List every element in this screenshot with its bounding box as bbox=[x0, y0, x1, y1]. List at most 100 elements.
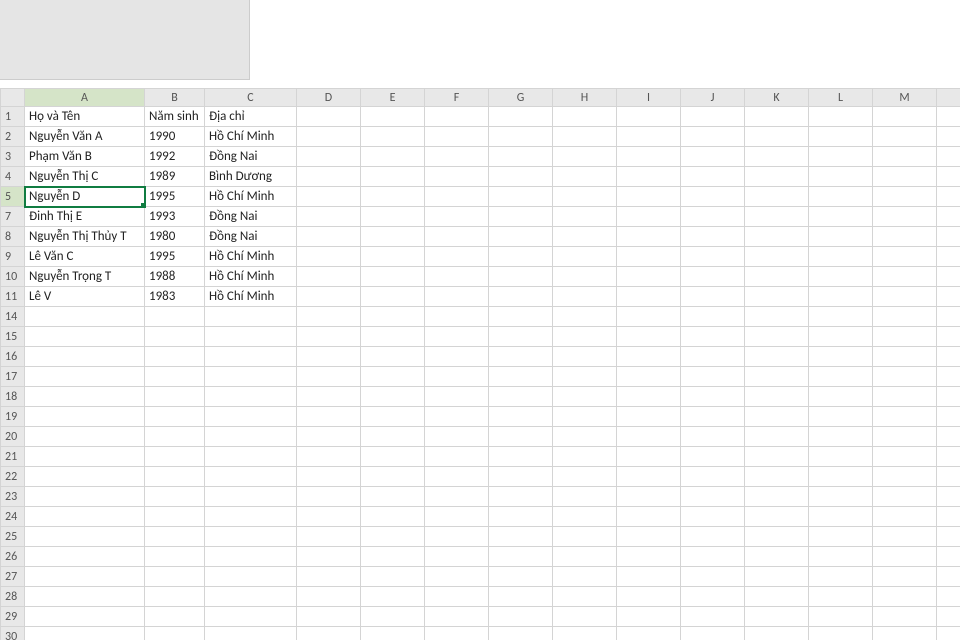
cell-C26[interactable] bbox=[205, 547, 297, 567]
cell-C11[interactable]: Hồ Chí Minh bbox=[205, 287, 297, 307]
cell-B17[interactable] bbox=[145, 367, 205, 387]
cell-G25[interactable] bbox=[489, 527, 553, 547]
cell-A26[interactable] bbox=[25, 547, 145, 567]
cell-I23[interactable] bbox=[617, 487, 681, 507]
cell-C17[interactable] bbox=[205, 367, 297, 387]
cell-H1[interactable] bbox=[553, 107, 617, 127]
cell-J23[interactable] bbox=[681, 487, 745, 507]
cell-G23[interactable] bbox=[489, 487, 553, 507]
cell-B8[interactable]: 1980 bbox=[145, 227, 205, 247]
row-header-22[interactable]: 22 bbox=[1, 467, 25, 487]
cell-K17[interactable] bbox=[745, 367, 809, 387]
cell-H20[interactable] bbox=[553, 427, 617, 447]
column-header-E[interactable]: E bbox=[361, 89, 425, 107]
cell-C16[interactable] bbox=[205, 347, 297, 367]
cell-I2[interactable] bbox=[617, 127, 681, 147]
cell-A16[interactable] bbox=[25, 347, 145, 367]
cell-A28[interactable] bbox=[25, 587, 145, 607]
row-header-29[interactable]: 29 bbox=[1, 607, 25, 627]
cell-I10[interactable] bbox=[617, 267, 681, 287]
row-7[interactable]: 7Đinh Thị E1993Đồng Nai bbox=[1, 207, 960, 227]
cell-J4[interactable] bbox=[681, 167, 745, 187]
cell-D4[interactable] bbox=[297, 167, 361, 187]
cell-H28[interactable] bbox=[553, 587, 617, 607]
cell-I24[interactable] bbox=[617, 507, 681, 527]
cell-K9[interactable] bbox=[745, 247, 809, 267]
cell-K14[interactable] bbox=[745, 307, 809, 327]
row-header-11[interactable]: 11 bbox=[1, 287, 25, 307]
cell-L30[interactable] bbox=[809, 627, 873, 640]
cell-L26[interactable] bbox=[809, 547, 873, 567]
cell-G19[interactable] bbox=[489, 407, 553, 427]
cell-B28[interactable] bbox=[145, 587, 205, 607]
column-header-H[interactable]: H bbox=[553, 89, 617, 107]
cell-E11[interactable] bbox=[361, 287, 425, 307]
row-header-15[interactable]: 15 bbox=[1, 327, 25, 347]
cell-M2[interactable] bbox=[873, 127, 937, 147]
cell-K28[interactable] bbox=[745, 587, 809, 607]
cell-E4[interactable] bbox=[361, 167, 425, 187]
cell-D5[interactable] bbox=[297, 187, 361, 207]
cell-C5[interactable]: Hồ Chí Minh bbox=[205, 187, 297, 207]
row-10[interactable]: 10Nguyễn Trọng T1988Hồ Chí Minh bbox=[1, 267, 960, 287]
cell-J17[interactable] bbox=[681, 367, 745, 387]
cell-A21[interactable] bbox=[25, 447, 145, 467]
cell-K30[interactable] bbox=[745, 627, 809, 640]
cell-K7[interactable] bbox=[745, 207, 809, 227]
cell-F30[interactable] bbox=[425, 627, 489, 640]
cell-B26[interactable] bbox=[145, 547, 205, 567]
cell-E22[interactable] bbox=[361, 467, 425, 487]
cell-N7[interactable] bbox=[937, 207, 960, 227]
cell-M4[interactable] bbox=[873, 167, 937, 187]
cell-A10[interactable]: Nguyễn Trọng T bbox=[25, 267, 145, 287]
row-5[interactable]: 5Nguyễn D1995Hồ Chí Minh bbox=[1, 187, 960, 207]
cell-G9[interactable] bbox=[489, 247, 553, 267]
cell-B18[interactable] bbox=[145, 387, 205, 407]
cell-N28[interactable] bbox=[937, 587, 960, 607]
cell-D30[interactable] bbox=[297, 627, 361, 640]
cell-K21[interactable] bbox=[745, 447, 809, 467]
cell-G22[interactable] bbox=[489, 467, 553, 487]
cell-G29[interactable] bbox=[489, 607, 553, 627]
row-11[interactable]: 11Lê V1983Hồ Chí Minh bbox=[1, 287, 960, 307]
cell-F4[interactable] bbox=[425, 167, 489, 187]
cell-K4[interactable] bbox=[745, 167, 809, 187]
cell-D18[interactable] bbox=[297, 387, 361, 407]
cell-J27[interactable] bbox=[681, 567, 745, 587]
cell-B19[interactable] bbox=[145, 407, 205, 427]
cell-E5[interactable] bbox=[361, 187, 425, 207]
cell-B14[interactable] bbox=[145, 307, 205, 327]
row-header-20[interactable]: 20 bbox=[1, 427, 25, 447]
cell-D9[interactable] bbox=[297, 247, 361, 267]
row-header-17[interactable]: 17 bbox=[1, 367, 25, 387]
cell-A11[interactable]: Lê V bbox=[25, 287, 145, 307]
cell-G26[interactable] bbox=[489, 547, 553, 567]
cell-D24[interactable] bbox=[297, 507, 361, 527]
cell-C1[interactable]: Địa chỉ bbox=[205, 107, 297, 127]
cell-A30[interactable] bbox=[25, 627, 145, 640]
cell-H17[interactable] bbox=[553, 367, 617, 387]
cell-N17[interactable] bbox=[937, 367, 960, 387]
row-header-24[interactable]: 24 bbox=[1, 507, 25, 527]
cell-C19[interactable] bbox=[205, 407, 297, 427]
row-header-5[interactable]: 5 bbox=[1, 187, 25, 207]
row-1[interactable]: 1Họ và TênNăm sinhĐịa chỉ bbox=[1, 107, 960, 127]
cell-G1[interactable] bbox=[489, 107, 553, 127]
cell-C22[interactable] bbox=[205, 467, 297, 487]
cell-C24[interactable] bbox=[205, 507, 297, 527]
row-21[interactable]: 21 bbox=[1, 447, 960, 467]
cell-F1[interactable] bbox=[425, 107, 489, 127]
cell-G2[interactable] bbox=[489, 127, 553, 147]
cell-J20[interactable] bbox=[681, 427, 745, 447]
row-header-18[interactable]: 18 bbox=[1, 387, 25, 407]
cell-J16[interactable] bbox=[681, 347, 745, 367]
cell-K22[interactable] bbox=[745, 467, 809, 487]
cell-N4[interactable] bbox=[937, 167, 960, 187]
spreadsheet-grid[interactable]: ABCDEFGHIJKLMN 1Họ và TênNăm sinhĐịa chỉ… bbox=[0, 88, 960, 640]
cell-H24[interactable] bbox=[553, 507, 617, 527]
row-header-9[interactable]: 9 bbox=[1, 247, 25, 267]
row-27[interactable]: 27 bbox=[1, 567, 960, 587]
cell-J29[interactable] bbox=[681, 607, 745, 627]
cell-A18[interactable] bbox=[25, 387, 145, 407]
cell-N19[interactable] bbox=[937, 407, 960, 427]
